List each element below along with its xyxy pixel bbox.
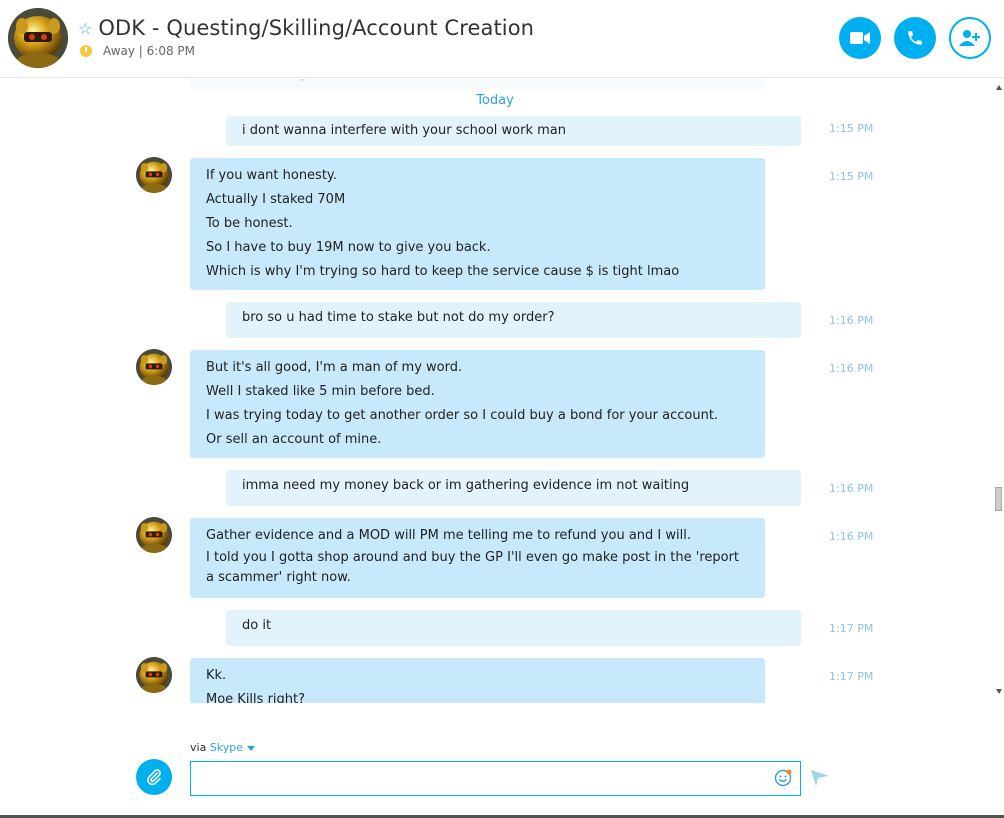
previous-message-fragment: the GP I had might not — [190, 79, 765, 89]
sender-avatar[interactable] — [136, 657, 172, 693]
send-icon[interactable] — [811, 770, 829, 786]
video-call-icon — [850, 32, 870, 44]
message-timestamp: 1:16 PM — [829, 314, 874, 327]
add-people-button[interactable] — [949, 17, 991, 59]
title-row: ☆ ODK - Questing/Skilling/Account Creati… — [78, 16, 534, 40]
message-text: do it — [242, 618, 272, 633]
scroll-up-arrow-icon[interactable] — [996, 85, 1002, 90]
message-bubble-incoming[interactable]: If you want honesty. Actually I staked 7… — [190, 158, 765, 290]
message-text: So I have to buy 19M now to give you bac… — [206, 240, 491, 255]
sender-avatar[interactable] — [136, 517, 172, 553]
message-history[interactable]: the GP I had might not Today i dont wann… — [0, 79, 994, 703]
sender-avatar[interactable] — [136, 349, 172, 385]
message-timestamp: 1:16 PM — [829, 362, 874, 375]
message-timestamp: 1:15 PM — [829, 122, 874, 135]
message-bubble-incoming[interactable]: Kk. Moe Kills right? — [190, 658, 765, 703]
scrollbar-thumb[interactable] — [995, 487, 1002, 511]
scroll-down-arrow-icon[interactable] — [996, 689, 1002, 694]
message-timestamp: 1:15 PM — [829, 170, 874, 183]
contact-avatar[interactable] — [8, 8, 68, 68]
phone-icon — [908, 31, 922, 45]
video-call-button[interactable] — [839, 17, 881, 59]
message-text: Kk. — [206, 668, 227, 683]
date-divider: Today — [476, 93, 514, 108]
message-text: But it's all good, I'm a man of my word. — [206, 360, 463, 375]
away-clock-icon — [80, 45, 92, 57]
audio-call-button[interactable] — [894, 17, 936, 59]
message-bubble-outgoing[interactable]: bro so u had time to stake but not do my… — [226, 302, 801, 338]
message-timestamp: 1:17 PM — [829, 670, 874, 683]
message-bubble-outgoing[interactable]: do it — [226, 610, 801, 646]
message-text: Or sell an account of mine. — [206, 432, 382, 447]
message-text: I told you I gotta shop around and buy t… — [206, 550, 740, 585]
message-text: I was trying today to get another order … — [206, 408, 719, 423]
message-text: Actually I staked 70M — [206, 192, 346, 207]
via-label: via — [190, 741, 207, 754]
message-timestamp: 1:16 PM — [829, 530, 874, 543]
message-bubble-incoming[interactable]: But it's all good, I'm a man of my word.… — [190, 350, 765, 458]
via-service[interactable]: Skype — [210, 741, 243, 754]
conversation-header: ☆ ODK - Questing/Skilling/Account Creati… — [0, 0, 1004, 78]
message-text: bro so u had time to stake but not do my… — [242, 310, 555, 325]
message-text: Well I staked like 5 min before bed. — [206, 384, 435, 399]
message-timestamp: 1:16 PM — [829, 482, 874, 495]
message-text: i dont wanna interfere with your school … — [242, 123, 566, 138]
message-text: To be honest. — [206, 216, 293, 231]
attach-button[interactable] — [136, 759, 172, 795]
emoji-icon[interactable] — [774, 769, 792, 787]
chevron-down-icon[interactable] — [247, 745, 256, 751]
presence-status: Away | 6:08 PM — [103, 44, 196, 58]
add-contact-icon — [959, 30, 980, 46]
message-bubble-outgoing[interactable]: i dont wanna interfere with your school … — [226, 116, 801, 146]
message-text: Gather evidence and a MOD will PM me tel… — [206, 528, 691, 543]
message-timestamp: 1:17 PM — [829, 622, 874, 635]
message-text: If you want honesty. — [206, 168, 337, 183]
chat-scrollbar[interactable] — [994, 79, 1004, 703]
message-text: imma need my money back or im gathering … — [242, 478, 690, 493]
star-outline-icon[interactable]: ☆ — [78, 19, 92, 38]
paperclip-icon — [147, 769, 161, 786]
message-bubble-outgoing[interactable]: imma need my money back or im gathering … — [226, 470, 801, 506]
message-bubble-incoming[interactable]: Gather evidence and a MOD will PM me tel… — [190, 518, 765, 598]
sender-avatar[interactable] — [136, 157, 172, 193]
send-via-selector[interactable]: via Skype — [190, 741, 256, 754]
message-text: Moe Kills right? — [206, 692, 306, 703]
message-input[interactable] — [190, 761, 801, 796]
status-row: Away | 6:08 PM — [80, 44, 195, 58]
conversation-title[interactable]: ODK - Questing/Skilling/Account Creation — [98, 16, 534, 40]
message-text: Which is why I'm trying so hard to keep … — [206, 264, 680, 279]
